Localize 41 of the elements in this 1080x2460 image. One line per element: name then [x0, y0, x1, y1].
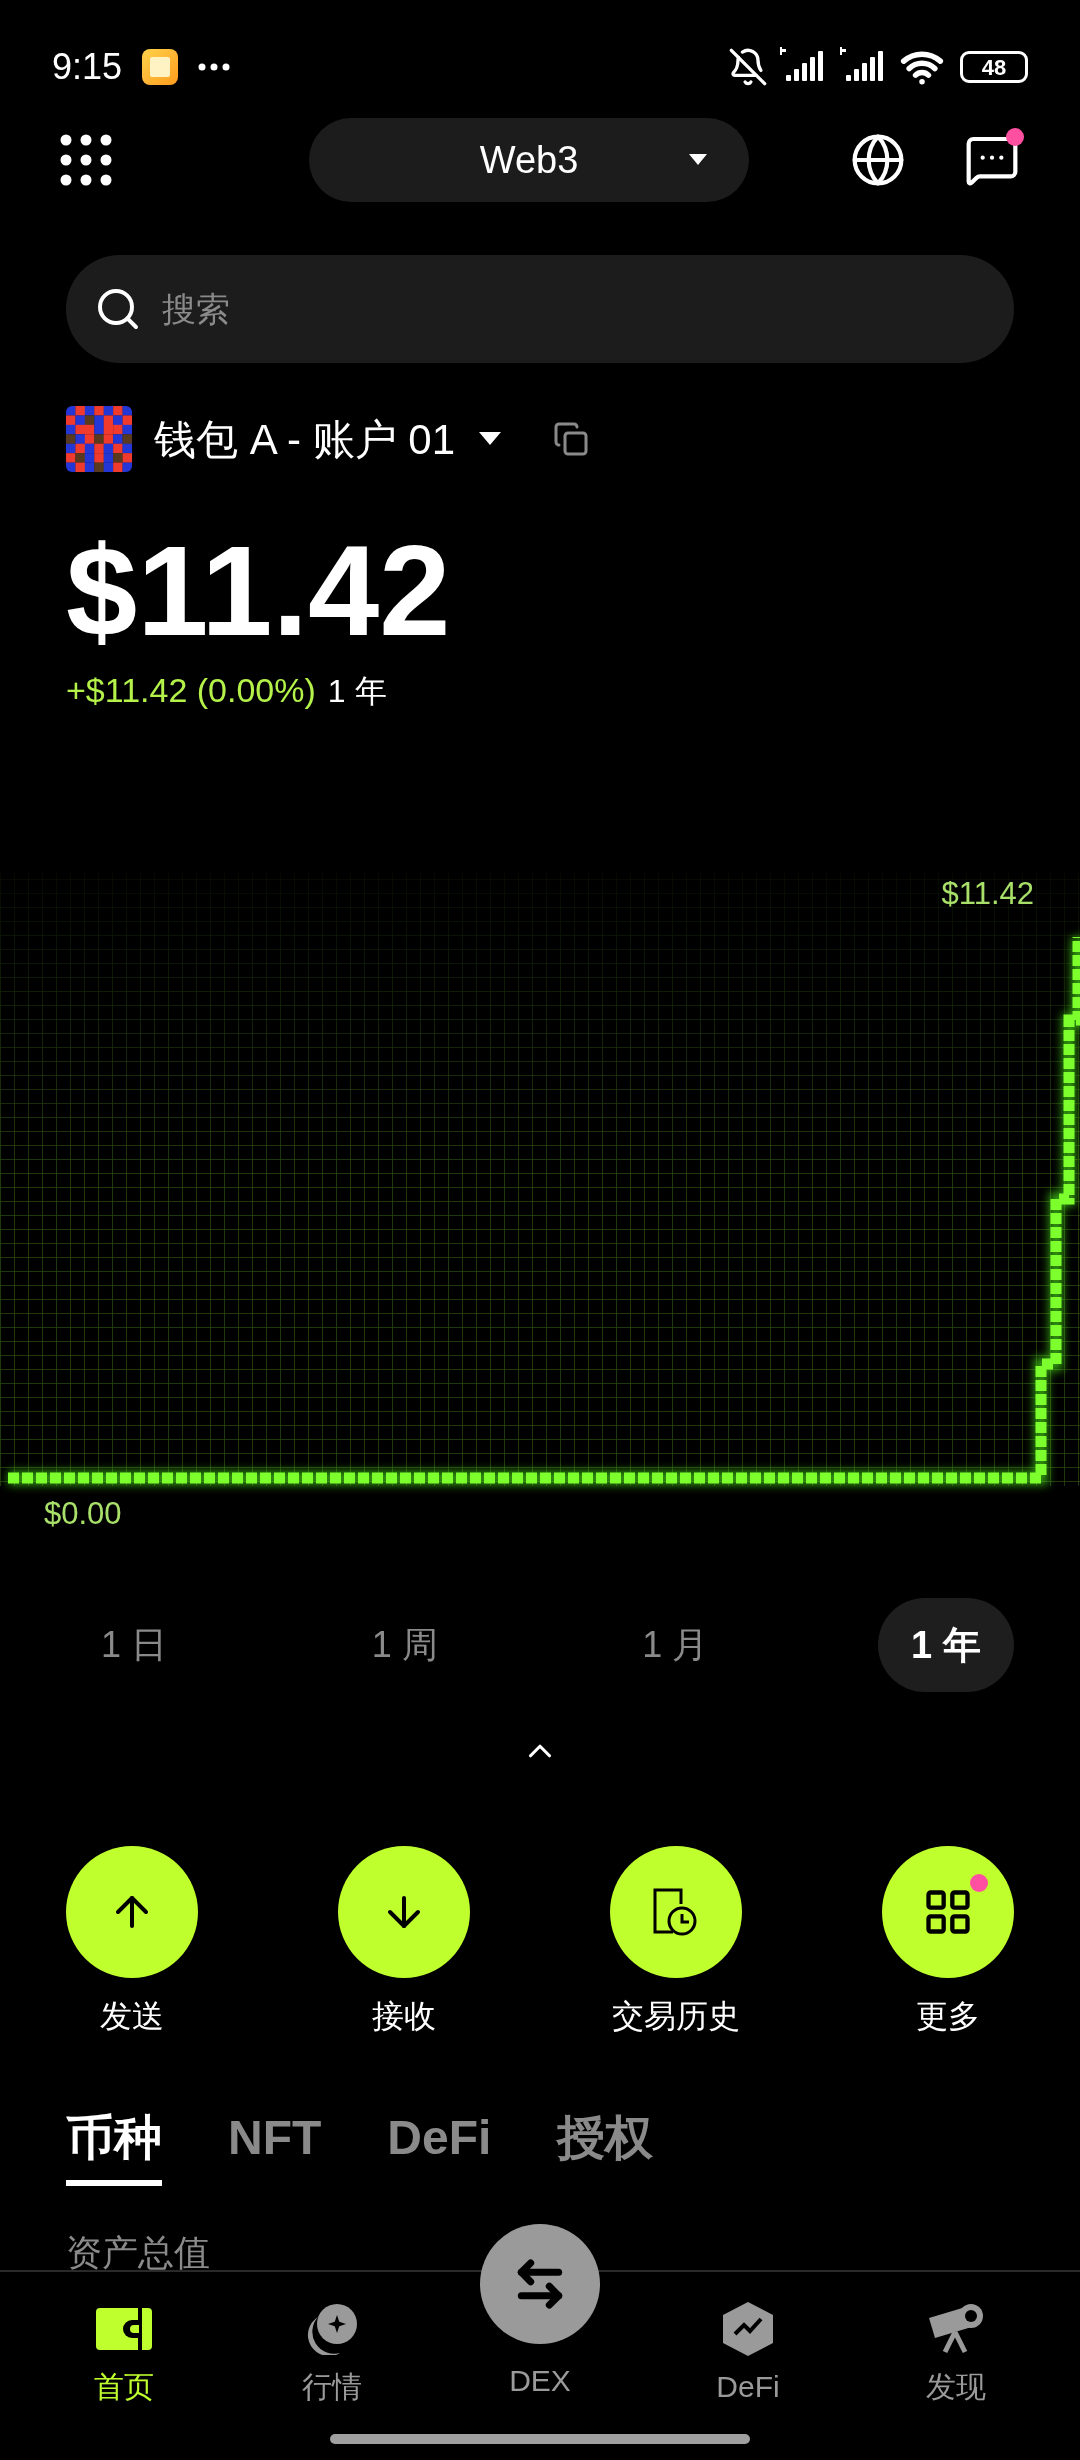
- clock: 9:15: [52, 45, 123, 89]
- time-range-tab[interactable]: 1 年: [877, 1598, 1014, 1692]
- nav-tab[interactable]: 发现: [866, 2300, 1046, 2409]
- avatar: [66, 406, 132, 472]
- network-selector[interactable]: Web3: [309, 118, 749, 202]
- max-value-label: $11.42: [941, 875, 1034, 913]
- apps-grid-icon: [60, 134, 112, 186]
- asset-tab[interactable]: NFT: [228, 2108, 322, 2186]
- asset-tab[interactable]: DeFi: [387, 2108, 492, 2186]
- globe-icon[interactable]: [850, 132, 906, 188]
- telescope-icon: [927, 2304, 985, 2354]
- battery-indicator: 48: [960, 51, 1028, 83]
- action-label: 交易历史: [612, 1997, 740, 2036]
- nav-tab[interactable]: DeFi: [658, 2300, 838, 2409]
- asset-tab[interactable]: 币种: [66, 2108, 162, 2186]
- app-notification-icon: [142, 49, 179, 85]
- search-field[interactable]: 搜索: [66, 255, 1014, 363]
- balance-change: +$11.42 (0.00%): [66, 670, 316, 710]
- period-label: 1 年: [327, 672, 387, 711]
- time-range-tab[interactable]: 1 周: [336, 1598, 473, 1692]
- copy-icon[interactable]: [553, 421, 590, 457]
- action-label: 发送: [100, 1997, 164, 2036]
- action-label: 更多: [916, 1997, 980, 2036]
- account-selector[interactable]: 钱包 A - 账户 01: [154, 407, 502, 471]
- time-range-tab[interactable]: 1 月: [607, 1598, 744, 1692]
- coin-icon: [306, 2303, 358, 2355]
- section-heading: 资产总值: [66, 2232, 210, 2273]
- action-label: 接收: [372, 1997, 436, 2036]
- caret-icon: [689, 154, 707, 166]
- dex-label[interactable]: DEX: [509, 2358, 571, 2403]
- hexagon-chart-icon: [723, 2302, 773, 2356]
- nav-tab[interactable]: 首页: [34, 2300, 214, 2409]
- nav-tab[interactable]: 行情: [242, 2300, 422, 2409]
- more-dots-icon: [198, 63, 231, 71]
- asset-tab[interactable]: 授权: [557, 2108, 654, 2186]
- balance-amount: $11.42: [66, 518, 452, 664]
- wallet-icon: [96, 2306, 152, 2352]
- caret-icon: [479, 432, 502, 446]
- time-range-tab[interactable]: 1 日: [66, 1598, 202, 1692]
- mute-icon: [728, 47, 768, 87]
- min-value-label: $0.00: [44, 1495, 122, 1533]
